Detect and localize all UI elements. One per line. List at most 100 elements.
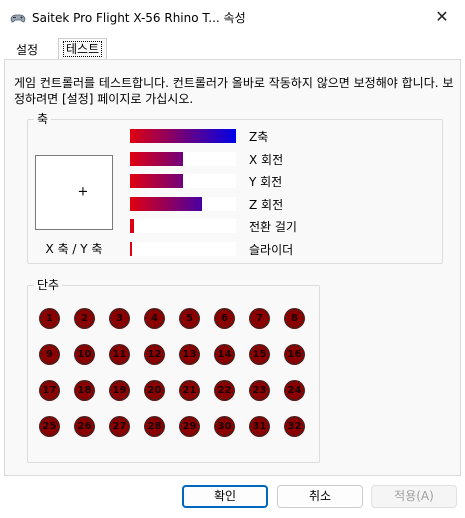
joystick-button-indicator: 2 (74, 308, 95, 329)
button-number: 29 (182, 421, 197, 432)
joystick-button-indicator: 10 (74, 344, 95, 365)
joystick-button-indicator: 23 (249, 380, 270, 401)
button-number: 32 (287, 421, 302, 432)
joystick-button-indicator: 20 (144, 380, 165, 401)
button-number: 26 (77, 421, 92, 432)
cancel-button[interactable]: 취소 (277, 485, 363, 508)
joystick-button-indicator: 13 (179, 344, 200, 365)
axis-bar-fill (130, 151, 183, 166)
button-number: 7 (256, 313, 263, 324)
axis-label: Z 회전 (249, 197, 284, 212)
button-number: 24 (287, 385, 302, 396)
button-number: 3 (116, 313, 123, 324)
xy-axis-display (35, 155, 113, 230)
button-number: 13 (182, 349, 197, 360)
tab-test[interactable]: 테스트 (58, 38, 108, 60)
axes-group-label: 축 (34, 111, 52, 127)
button-number: 30 (217, 421, 232, 432)
buttons-group-label: 단추 (34, 277, 63, 293)
info-text: 게임 컨트롤러를 테스트합니다. 컨트롤러가 올바로 작동하지 않으면 보정해야… (14, 76, 454, 106)
button-number: 20 (147, 385, 162, 396)
joystick-button-indicator: 26 (74, 416, 95, 437)
joystick-button-indicator: 12 (144, 344, 165, 365)
button-number: 15 (252, 349, 267, 360)
button-number: 19 (112, 385, 127, 396)
axis-bar-track (130, 129, 236, 143)
joystick-button-indicator: 18 (74, 380, 95, 401)
joystick-button-indicator: 22 (214, 380, 235, 401)
window-title: Saitek Pro Flight X-56 Rhino T... 속성 (32, 11, 246, 25)
button-number: 28 (147, 421, 162, 432)
close-icon: ✕ (435, 6, 449, 26)
joystick-button-indicator: 8 (284, 308, 305, 329)
joystick-button-indicator: 32 (284, 416, 305, 437)
axis-bar-track (130, 219, 236, 233)
title-bar: Saitek Pro Flight X-56 Rhino T... 속성 ✕ (0, 0, 465, 34)
joystick-button-indicator: 25 (39, 416, 60, 437)
button-number: 5 (186, 313, 193, 324)
button-number: 4 (151, 313, 158, 324)
axis-label: Y 회전 (249, 175, 283, 189)
joystick-button-indicator: 3 (109, 308, 130, 329)
joystick-button-indicator: 29 (179, 416, 200, 437)
joystick-button-indicator: 27 (109, 416, 130, 437)
joystick-button-indicator: 7 (249, 308, 270, 329)
button-number: 21 (182, 385, 197, 396)
joystick-button-indicator: 19 (109, 380, 130, 401)
joystick-button-indicator: 24 (284, 380, 305, 401)
apply-button[interactable]: 적용(A) (371, 485, 457, 508)
button-number: 2 (81, 313, 88, 324)
axis-bar-fill (130, 129, 236, 143)
button-number: 14 (217, 349, 232, 360)
button-number: 18 (77, 385, 92, 396)
button-number: 25 (42, 421, 57, 432)
joystick-button-indicator: 31 (249, 416, 270, 437)
joystick-button-indicator: 28 (144, 416, 165, 437)
joystick-button-indicator: 11 (109, 344, 130, 365)
joystick-button-indicator: 14 (214, 344, 235, 365)
tab-settings[interactable]: 설정 (12, 41, 42, 60)
axis-bar-track (130, 174, 236, 188)
joystick-button-indicator: 1 (39, 308, 60, 329)
joystick-icon (10, 10, 26, 24)
axis-bar-fill (130, 174, 183, 188)
joystick-button-indicator: 30 (214, 416, 235, 437)
axis-bar-fill (130, 219, 134, 233)
joystick-button-indicator: 4 (144, 308, 165, 329)
button-number: 11 (112, 349, 127, 360)
joystick-button-indicator: 16 (284, 344, 305, 365)
ok-button[interactable]: 확인 (182, 485, 268, 508)
button-number: 31 (252, 421, 267, 432)
crosshair-icon: + (77, 184, 89, 200)
button-number: 23 (252, 385, 267, 396)
tab-strip: 설정 테스트 (0, 38, 465, 60)
axis-bar-track (130, 151, 236, 166)
axis-label: X 회전 (249, 152, 284, 167)
axis-bar-fill (130, 241, 132, 256)
button-number: 22 (217, 385, 232, 396)
button-number: 6 (221, 313, 228, 324)
joystick-button-indicator: 9 (39, 344, 60, 365)
joystick-button-indicator: 6 (214, 308, 235, 329)
close-button[interactable]: ✕ (419, 0, 465, 32)
axis-label: 전환 걸기 (249, 220, 297, 234)
button-number: 10 (77, 349, 92, 360)
button-number: 12 (147, 349, 162, 360)
button-number: 1 (46, 313, 53, 324)
button-number: 17 (42, 385, 57, 396)
axis-bar-track (130, 196, 236, 211)
button-number: 9 (46, 349, 53, 360)
button-number: 27 (112, 421, 127, 432)
axis-bar-track (130, 241, 236, 256)
button-number: 8 (291, 313, 298, 324)
joystick-button-indicator: 21 (179, 380, 200, 401)
tab-test-label: 테스트 (63, 41, 103, 57)
button-number: 16 (287, 349, 302, 360)
buttons-group: 단추 (27, 277, 320, 463)
axis-bar-fill (130, 196, 202, 211)
joystick-button-indicator: 15 (249, 344, 270, 365)
joystick-button-indicator: 17 (39, 380, 60, 401)
axis-label: Z축 (249, 130, 269, 144)
joystick-button-indicator: 5 (179, 308, 200, 329)
xy-axis-label: X 축 / Y 축 (45, 242, 103, 256)
